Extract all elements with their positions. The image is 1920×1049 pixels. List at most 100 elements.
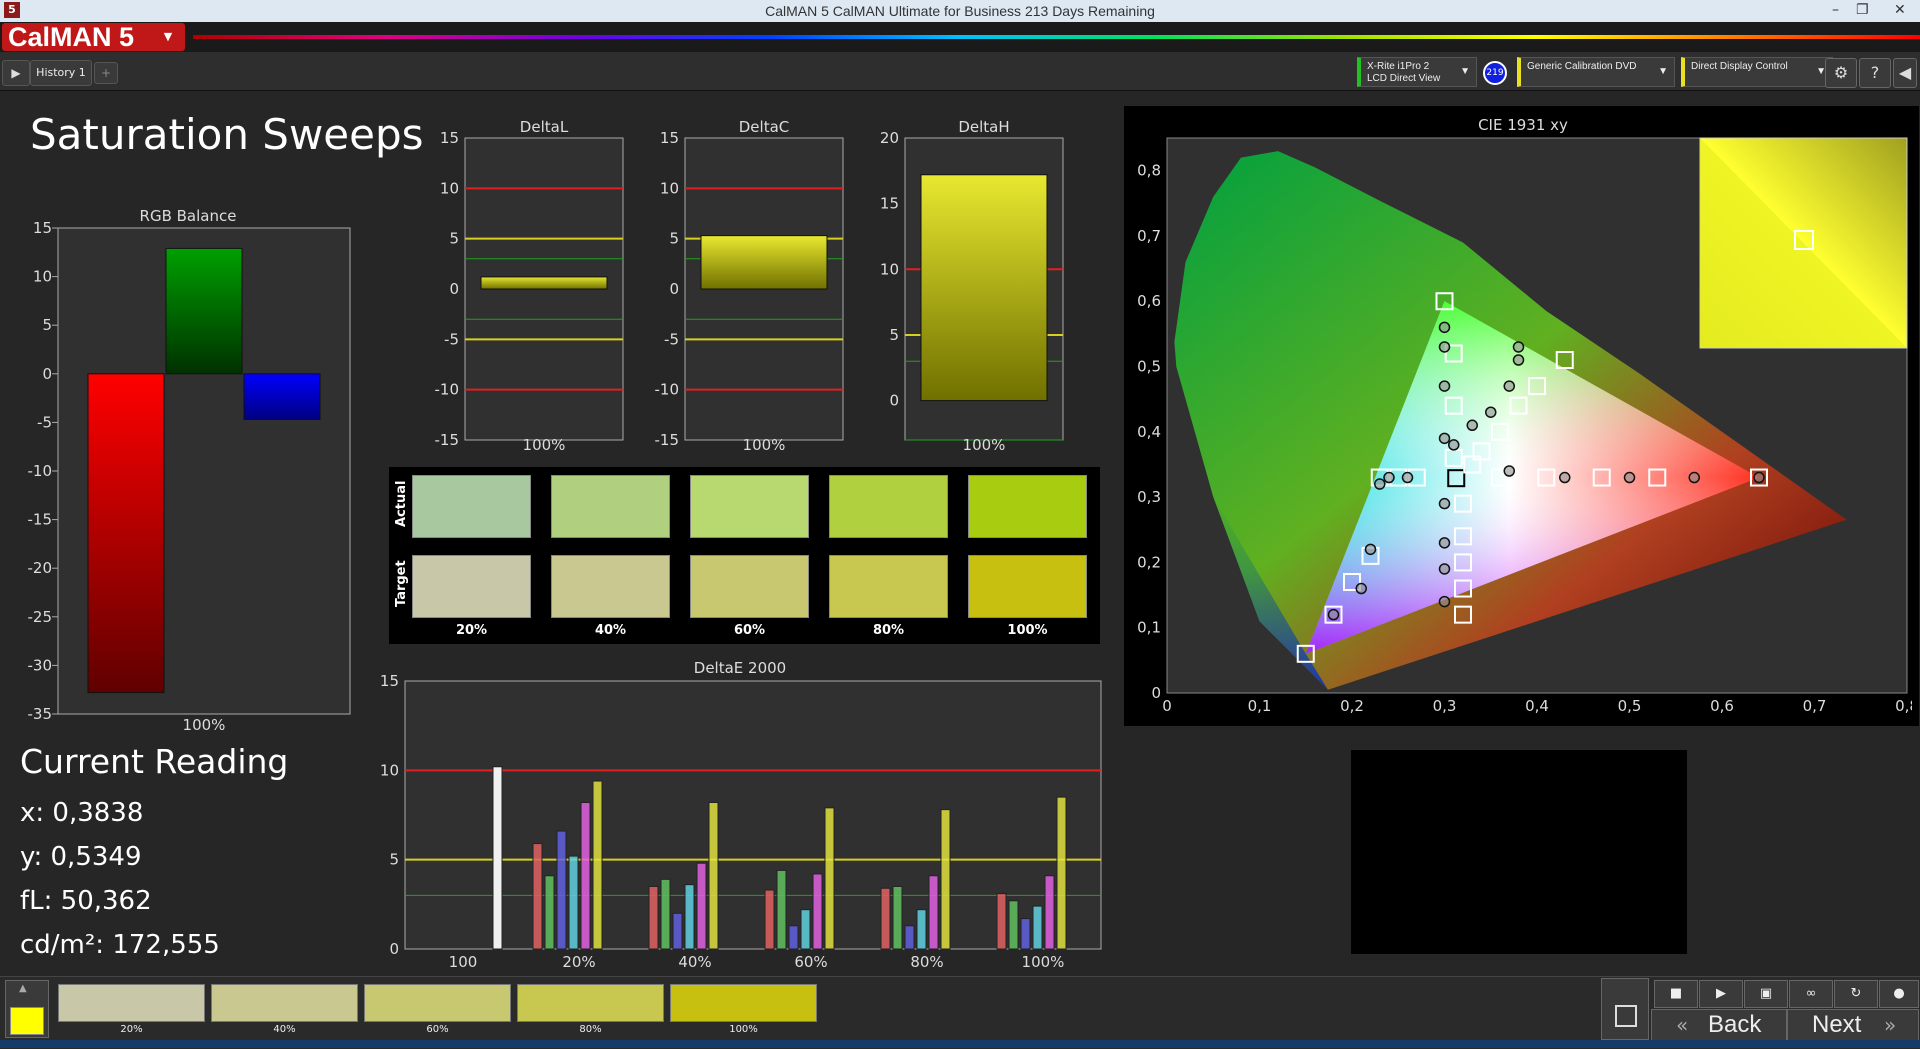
- measured-point: [1438, 321, 1451, 334]
- deltaE-category: 20%: [562, 953, 595, 971]
- patch-2[interactable]: [364, 984, 511, 1022]
- next-button[interactable]: Next »: [1787, 1009, 1919, 1041]
- delta-bar: [480, 276, 608, 290]
- display-name: Direct Display Control: [1691, 61, 1788, 72]
- deltaE-bar: [708, 801, 719, 950]
- deltaE-bar: [684, 884, 695, 950]
- save-icon[interactable]: ▣: [1744, 980, 1788, 1008]
- deltaE-category: 40%: [678, 953, 711, 971]
- cie-x-tick: 0,1: [1248, 697, 1272, 715]
- meter-selector[interactable]: X-Rite i1Pro 2 LCD Direct View ▼: [1357, 57, 1477, 87]
- deltaE-bar: [824, 807, 835, 950]
- deltaE-bar: [544, 875, 555, 950]
- rgb-bar-blue: [243, 373, 321, 420]
- rgb-tick-label: 0: [42, 365, 52, 383]
- deltaE-chart: DeltaE 2000 15 10 5 0 100 20% 40% 60% 80% 100%: [380, 659, 1102, 971]
- rgb-tick-label: -15: [28, 511, 53, 529]
- stop-button[interactable]: [1601, 978, 1649, 1040]
- chevron-down-icon: ▼: [1460, 66, 1470, 77]
- target-swatch-3: [829, 555, 948, 618]
- swatch-label: 80%: [872, 623, 905, 638]
- transport-controls: ■ ▶ ▣ ∞ ↻ ●: [1649, 978, 1919, 1008]
- cie-y-tick: 0,4: [1137, 423, 1161, 441]
- delta-tick-label: -10: [655, 381, 680, 399]
- device-badge[interactable]: 219: [1483, 61, 1507, 85]
- chevron-up-icon: ▲: [19, 983, 27, 994]
- cie-x-tick: 0,8: [1895, 697, 1912, 715]
- rgb-balance-title: RGB Balance: [140, 207, 237, 225]
- record-icon[interactable]: ●: [1879, 980, 1919, 1008]
- gear-icon[interactable]: ⚙: [1825, 58, 1857, 88]
- taskbar: [0, 1040, 1920, 1048]
- target-swatch-1: [551, 555, 670, 618]
- delta-tick-label: 10: [440, 179, 459, 197]
- minimize-icon[interactable]: –: [1832, 2, 1839, 18]
- actual-swatch-1: [551, 475, 670, 538]
- patch-label: 100%: [729, 1024, 758, 1035]
- zoom-inset: [1699, 137, 1908, 349]
- reading-x: x: 0,3838: [20, 798, 144, 828]
- close-icon[interactable]: ✕: [1894, 2, 1906, 18]
- help-icon[interactable]: ?: [1859, 58, 1891, 88]
- delta-tick-label: -5: [664, 330, 679, 348]
- deltaE-bar: [580, 801, 591, 950]
- measured-point: [1503, 465, 1515, 477]
- current-patch-swatch: [10, 1007, 44, 1035]
- delta-tick-label: 10: [660, 179, 679, 197]
- stop-small-icon[interactable]: ■: [1654, 980, 1698, 1008]
- patch-3[interactable]: [517, 984, 664, 1022]
- play-icon[interactable]: ▶: [1699, 980, 1743, 1008]
- deltaE-category: 100%: [1022, 953, 1065, 971]
- cie-y-tick: 0,5: [1137, 358, 1161, 376]
- measured-point: [1753, 471, 1765, 484]
- delta-tick-label: 0: [889, 392, 899, 410]
- restore-icon[interactable]: ❐: [1856, 2, 1869, 18]
- loop-icon[interactable]: ∞: [1789, 980, 1833, 1008]
- measured-point: [1438, 341, 1451, 353]
- deltaE-bar: [1056, 796, 1067, 950]
- source-selector[interactable]: Generic Calibration DVD ▼: [1517, 57, 1675, 87]
- preview-window: [1351, 750, 1687, 954]
- back-button[interactable]: « Back: [1651, 1009, 1787, 1041]
- chevron-down-icon[interactable]: ▼: [158, 28, 178, 46]
- delta-tick-label: 15: [880, 195, 899, 213]
- refresh-icon[interactable]: ↻: [1834, 980, 1878, 1008]
- delta-category: 100%: [743, 436, 786, 454]
- source-name: Generic Calibration DVD: [1527, 61, 1637, 72]
- target-swatch-4: [968, 555, 1087, 618]
- measured-point: [1364, 543, 1377, 556]
- play-icon[interactable]: ▶: [2, 60, 30, 86]
- cie-title: CIE 1931 xy: [1478, 116, 1568, 134]
- tab-history[interactable]: History 1: [30, 60, 92, 86]
- measured-point: [1438, 595, 1451, 608]
- patch-4[interactable]: [670, 984, 817, 1022]
- deltaE-bar: [764, 889, 775, 950]
- cie-y-tick: 0,2: [1137, 553, 1161, 571]
- measured-point: [1327, 608, 1340, 621]
- delta-category: 100%: [523, 436, 566, 454]
- add-tab-button[interactable]: +: [94, 62, 118, 84]
- stop-icon: [1615, 1005, 1637, 1027]
- rgb-balance-chart: RGB Balance 15 10 5 0 -5 -10 -15 -20 -25 -30 -35 1…: [28, 207, 351, 734]
- display-selector[interactable]: Direct Display Control ▼: [1681, 57, 1833, 87]
- actual-swatch-4: [968, 475, 1087, 538]
- measured-point: [1466, 419, 1478, 432]
- deltaE-tick-label: 5: [389, 851, 399, 869]
- rgb-category: 100%: [183, 716, 226, 734]
- rgb-tick-label: 10: [33, 268, 52, 286]
- delta-tick-label: 10: [880, 260, 899, 278]
- delta-bar: [920, 174, 1048, 402]
- deltaE-bar: [568, 855, 579, 950]
- deltaE-bar: [928, 875, 939, 950]
- patch-label: 80%: [579, 1024, 602, 1035]
- chevron-left-icon[interactable]: ◀: [1893, 58, 1917, 88]
- deltaE-bar: [696, 862, 707, 950]
- delta-bar: [700, 235, 828, 290]
- measured-point: [1438, 497, 1451, 510]
- patch-1[interactable]: [211, 984, 358, 1022]
- patch-0[interactable]: [58, 984, 205, 1022]
- cie-x-tick: 0,6: [1710, 697, 1734, 715]
- page-title: Saturation Sweeps: [30, 110, 424, 159]
- actual-swatch-2: [690, 475, 809, 538]
- current-patch-box[interactable]: ▲: [5, 980, 49, 1038]
